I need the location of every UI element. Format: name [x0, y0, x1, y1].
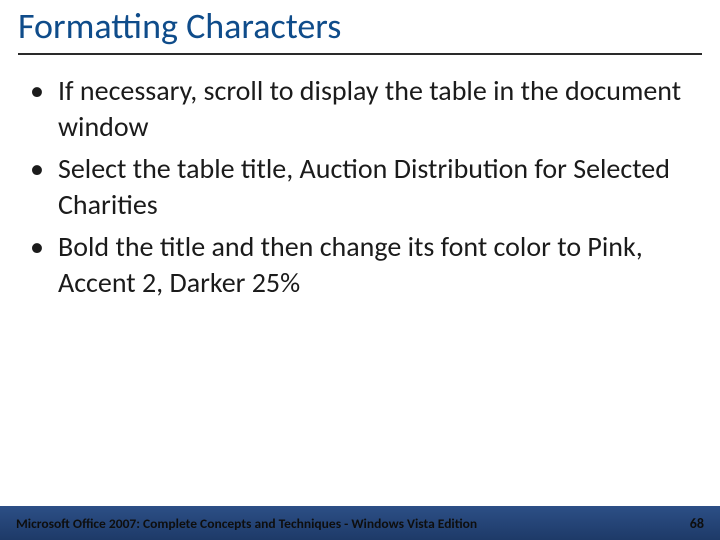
list-item: Select the table title, Auction Distribu… [30, 151, 700, 223]
bullet-list: If necessary, scroll to display the tabl… [30, 73, 700, 300]
body-content: If necessary, scroll to display the tabl… [0, 55, 720, 300]
title-block: Formatting Characters [0, 0, 720, 47]
list-item: Bold the title and then change its font … [30, 229, 700, 301]
page-number: 68 [690, 515, 704, 532]
slide: Formatting Characters If necessary, scro… [0, 0, 720, 540]
slide-title: Formatting Characters [18, 6, 702, 47]
list-item: If necessary, scroll to display the tabl… [30, 73, 700, 145]
footer-band: Microsoft Office 2007: Complete Concepts… [0, 506, 720, 540]
footer-text: Microsoft Office 2007: Complete Concepts… [16, 515, 477, 532]
